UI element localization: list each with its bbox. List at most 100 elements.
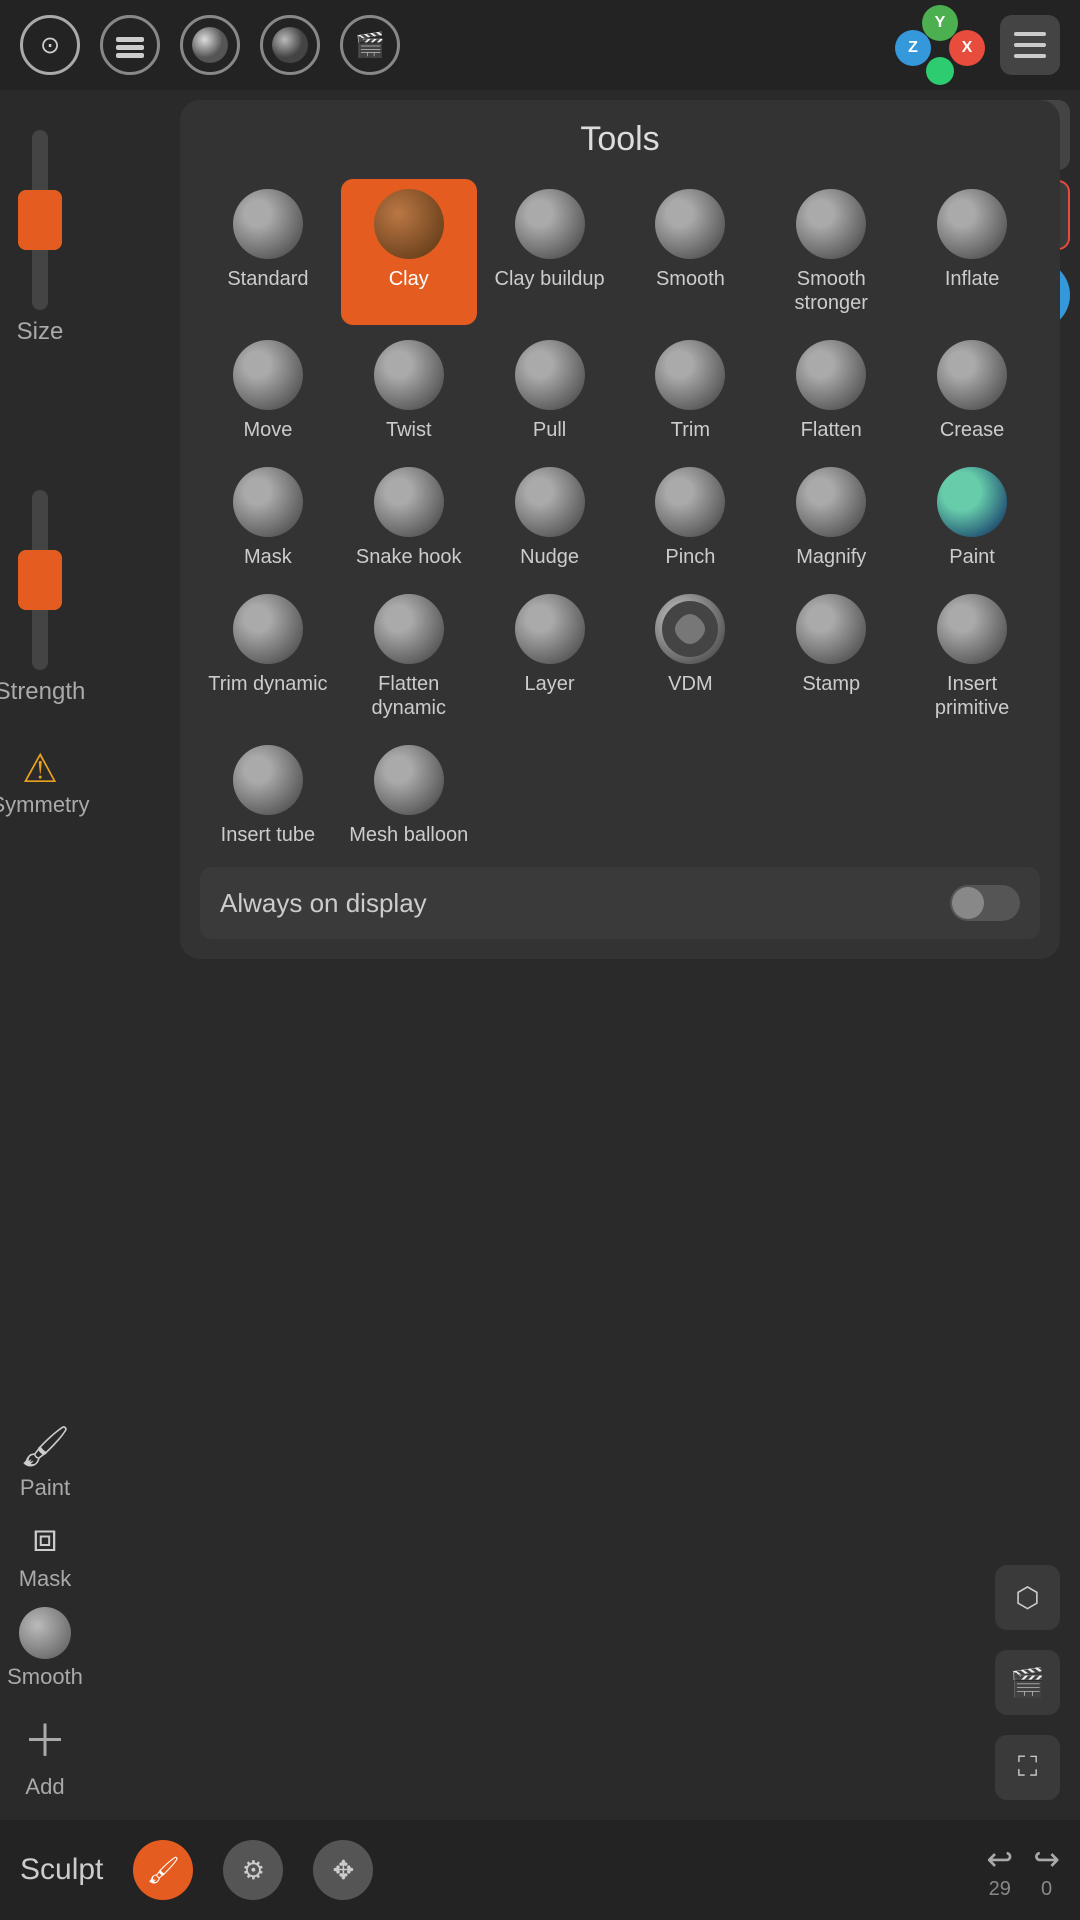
tool-name-trim: Trim — [671, 418, 710, 442]
tool-name-vdm: VDM — [668, 672, 712, 696]
tool-item-smooth-stronger[interactable]: Smooth stronger — [763, 179, 899, 325]
tool-ball-paint — [937, 467, 1007, 537]
tool-item-crease[interactable]: Crease — [904, 330, 1040, 452]
move-tool-button[interactable]: ✥ — [313, 1840, 373, 1900]
strength-slider-thumb[interactable] — [18, 550, 62, 610]
settings-tool-button[interactable]: ⚙ — [223, 1840, 283, 1900]
axis-green-dot[interactable] — [926, 57, 954, 85]
tool-item-flatten-dynamic[interactable]: Flatten dynamic — [341, 584, 477, 730]
tool-item-paint[interactable]: Paint — [904, 457, 1040, 579]
primitives-button[interactable]: ⬡ — [995, 1565, 1060, 1630]
tool-item-mesh-balloon[interactable]: Mesh balloon — [341, 735, 477, 857]
paint-tool-button[interactable]: 🖌 Paint — [20, 1423, 71, 1501]
tool-ball-stamp — [796, 594, 866, 664]
tool-ball-pinch — [655, 467, 725, 537]
tool-item-layer[interactable]: Layer — [482, 584, 618, 730]
top-bar: ⊙ — [0, 0, 1080, 90]
tool-name-inflate: Inflate — [945, 267, 999, 291]
tool-ball-insert-tube — [233, 745, 303, 815]
tool-name-twist: Twist — [386, 418, 432, 442]
tool-ball-nudge — [515, 467, 585, 537]
axis-x[interactable]: X — [949, 30, 985, 66]
tool-name-clay: Clay — [389, 267, 429, 291]
tool-item-move[interactable]: Move — [200, 330, 336, 452]
tool-name-flatten-dynamic: Flatten dynamic — [346, 672, 472, 720]
size-slider-thumb[interactable] — [18, 190, 62, 250]
tool-ball-layer — [515, 594, 585, 664]
tool-ball-magnify — [796, 467, 866, 537]
tool-item-magnify[interactable]: Magnify — [763, 457, 899, 579]
tool-item-trim[interactable]: Trim — [622, 330, 758, 452]
redo-group: ↪ 0 — [1033, 1840, 1060, 1901]
tool-ball-twist — [374, 340, 444, 410]
tool-ball-smooth — [655, 189, 725, 259]
tool-item-insert-tube[interactable]: Insert tube — [200, 735, 336, 857]
strength-slider[interactable]: Strength — [0, 490, 85, 706]
redo-count: 0 — [1041, 1878, 1052, 1901]
tool-item-clay[interactable]: Clay — [341, 179, 477, 325]
tool-item-pinch[interactable]: Pinch — [622, 457, 758, 579]
camera-button[interactable]: 🎬 — [340, 15, 400, 75]
sphere-button[interactable] — [260, 15, 320, 75]
tool-item-clay-buildup[interactable]: Clay buildup — [482, 179, 618, 325]
tool-ball-trim — [655, 340, 725, 410]
tool-item-mask[interactable]: Mask — [200, 457, 336, 579]
always-on-toggle[interactable] — [950, 885, 1020, 921]
fullscreen-button[interactable]: ⛶ — [995, 1735, 1060, 1800]
bottom-right-floating: ⬡ 🎬 ⛶ — [995, 1565, 1060, 1800]
tool-item-smooth[interactable]: Smooth — [622, 179, 758, 325]
tool-item-flatten[interactable]: Flatten — [763, 330, 899, 452]
tool-ball-standard — [233, 189, 303, 259]
size-label: Size — [17, 318, 64, 346]
materials-button[interactable] — [180, 15, 240, 75]
tool-item-insert-primitive[interactable]: Insert primitive — [904, 584, 1040, 730]
tool-item-standard[interactable]: Standard — [200, 179, 336, 325]
tool-name-mask: Mask — [244, 545, 292, 569]
bottom-bar: Sculpt 🖌 ⚙ ✥ ↩ 29 ↪ 0 — [0, 1820, 1080, 1920]
tool-item-inflate[interactable]: Inflate — [904, 179, 1040, 325]
camera-record-button[interactable]: 🎬 — [995, 1650, 1060, 1715]
tool-ball-snake-hook — [374, 467, 444, 537]
tool-ball-inflate — [937, 189, 1007, 259]
tool-name-flatten: Flatten — [801, 418, 862, 442]
axis-z[interactable]: Z — [895, 30, 931, 66]
tool-item-vdm[interactable]: VDM — [622, 584, 758, 730]
size-slider-track — [32, 130, 48, 310]
mask-tool-label: Mask — [19, 1566, 72, 1592]
tool-name-magnify: Magnify — [796, 545, 866, 569]
size-slider[interactable]: Size — [17, 130, 64, 346]
tool-name-pull: Pull — [533, 418, 566, 442]
symmetry-button[interactable]: ⚠ Symmetry — [0, 746, 90, 818]
tool-item-snake-hook[interactable]: Snake hook — [341, 457, 477, 579]
tool-item-pull[interactable]: Pull — [482, 330, 618, 452]
layers-button[interactable] — [100, 15, 160, 75]
symmetry-icon: ⚠ — [22, 746, 58, 792]
tool-ball-move — [233, 340, 303, 410]
record-button[interactable]: ⊙ — [20, 15, 80, 75]
tool-name-nudge: Nudge — [520, 545, 579, 569]
tools-popup: Tools StandardClayClay buildupSmoothSmoo… — [180, 100, 1060, 959]
tool-item-stamp[interactable]: Stamp — [763, 584, 899, 730]
tool-ball-mask — [233, 467, 303, 537]
undo-button[interactable]: ↩ — [986, 1840, 1013, 1878]
brush-tool-button[interactable]: 🖌 — [133, 1840, 193, 1900]
tool-ball-clay — [374, 189, 444, 259]
redo-button[interactable]: ↪ — [1033, 1840, 1060, 1878]
strength-label: Strength — [0, 678, 85, 706]
tool-item-trim-dynamic[interactable]: Trim dynamic — [200, 584, 336, 730]
tool-name-move: Move — [243, 418, 292, 442]
tool-name-standard: Standard — [227, 267, 308, 291]
tool-name-insert-tube: Insert tube — [221, 823, 316, 847]
add-button[interactable]: ＋ Add — [23, 1705, 67, 1800]
tool-item-nudge[interactable]: Nudge — [482, 457, 618, 579]
smooth-tool-button[interactable]: Smooth — [7, 1607, 83, 1690]
mask-tool-button[interactable]: ⧈ Mask — [19, 1516, 72, 1592]
smooth-tool-label: Smooth — [7, 1664, 83, 1690]
tool-item-twist[interactable]: Twist — [341, 330, 477, 452]
menu-button[interactable] — [1000, 15, 1060, 75]
tool-name-insert-primitive: Insert primitive — [909, 672, 1035, 720]
add-label: Add — [25, 1774, 64, 1800]
undo-count: 29 — [989, 1878, 1011, 1901]
tool-ball-clay-buildup — [515, 189, 585, 259]
tool-ball-insert-primitive — [937, 594, 1007, 664]
